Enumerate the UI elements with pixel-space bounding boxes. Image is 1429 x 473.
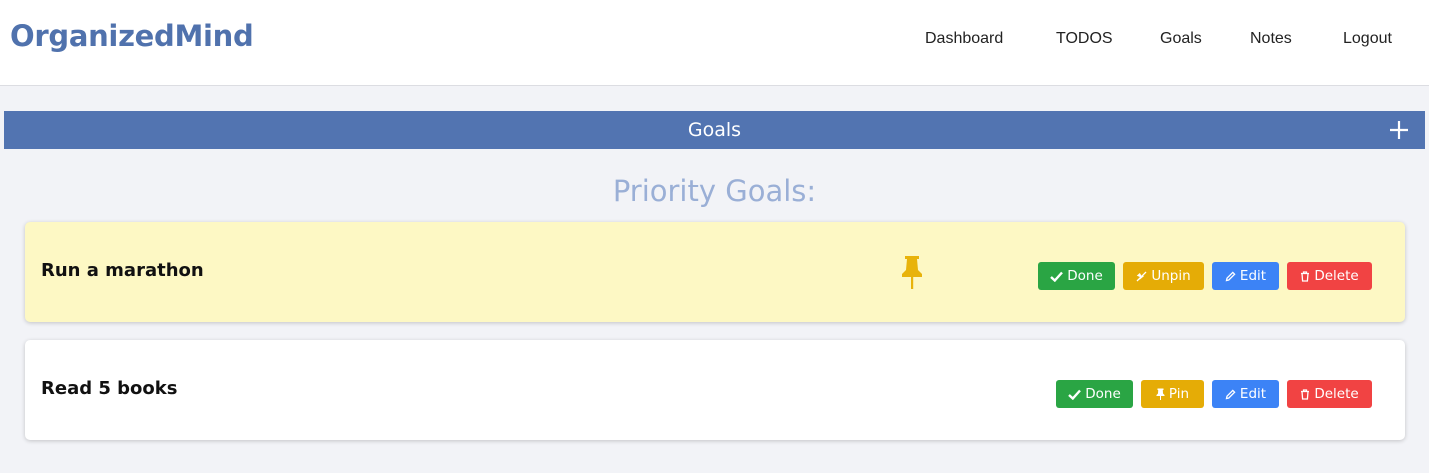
done-button-label: Done <box>1067 268 1103 284</box>
delete-button-label: Delete <box>1314 386 1359 402</box>
goal-title: Read 5 books <box>41 378 178 399</box>
unpin-button[interactable]: Unpin <box>1123 262 1204 290</box>
edit-button-label: Edit <box>1239 268 1267 284</box>
nav-notes[interactable]: Notes <box>1250 30 1292 48</box>
pencil-icon <box>1225 270 1236 281</box>
pushpin-icon <box>1156 388 1165 400</box>
check-icon <box>1050 271 1064 282</box>
edit-button[interactable]: Edit <box>1212 262 1279 290</box>
edit-button[interactable]: Edit <box>1212 380 1279 408</box>
pushpin-icon <box>902 256 922 289</box>
nav-todos[interactable]: TODOS <box>1056 30 1113 48</box>
goals-section-bar: Goals <box>4 111 1425 149</box>
brand-logo[interactable]: OrganizedMind <box>10 19 254 53</box>
done-button-label: Done <box>1085 386 1121 402</box>
unpin-icon <box>1136 271 1147 281</box>
nav-goals[interactable]: Goals <box>1160 30 1202 48</box>
top-navbar: OrganizedMind Dashboard TODOS Goals Note… <box>0 0 1429 86</box>
check-icon <box>1068 389 1082 400</box>
trash-icon <box>1301 270 1310 282</box>
section-title: Goals <box>687 119 742 141</box>
trash-icon <box>1301 388 1310 400</box>
edit-button-label: Edit <box>1239 386 1267 402</box>
goal-card: Run a marathon Done Unpin Edit Delete <box>25 222 1405 322</box>
goal-card: Read 5 books Done Pin Edit Delete <box>25 340 1405 440</box>
nav-logout[interactable]: Logout <box>1343 30 1392 48</box>
done-button[interactable]: Done <box>1056 380 1133 408</box>
pencil-icon <box>1225 388 1236 399</box>
delete-button[interactable]: Delete <box>1287 380 1372 408</box>
pin-button[interactable]: Pin <box>1141 380 1204 408</box>
delete-button[interactable]: Delete <box>1287 262 1372 290</box>
goal-title: Run a marathon <box>41 260 204 281</box>
delete-button-label: Delete <box>1314 268 1359 284</box>
add-goal-button[interactable] <box>1389 120 1409 140</box>
unpin-button-label: Unpin <box>1151 268 1191 284</box>
plus-icon <box>1390 121 1408 139</box>
nav-dashboard[interactable]: Dashboard <box>925 30 1003 48</box>
priority-goals-heading: Priority Goals: <box>612 174 817 208</box>
done-button[interactable]: Done <box>1038 262 1115 290</box>
pin-button-label: Pin <box>1168 386 1190 402</box>
